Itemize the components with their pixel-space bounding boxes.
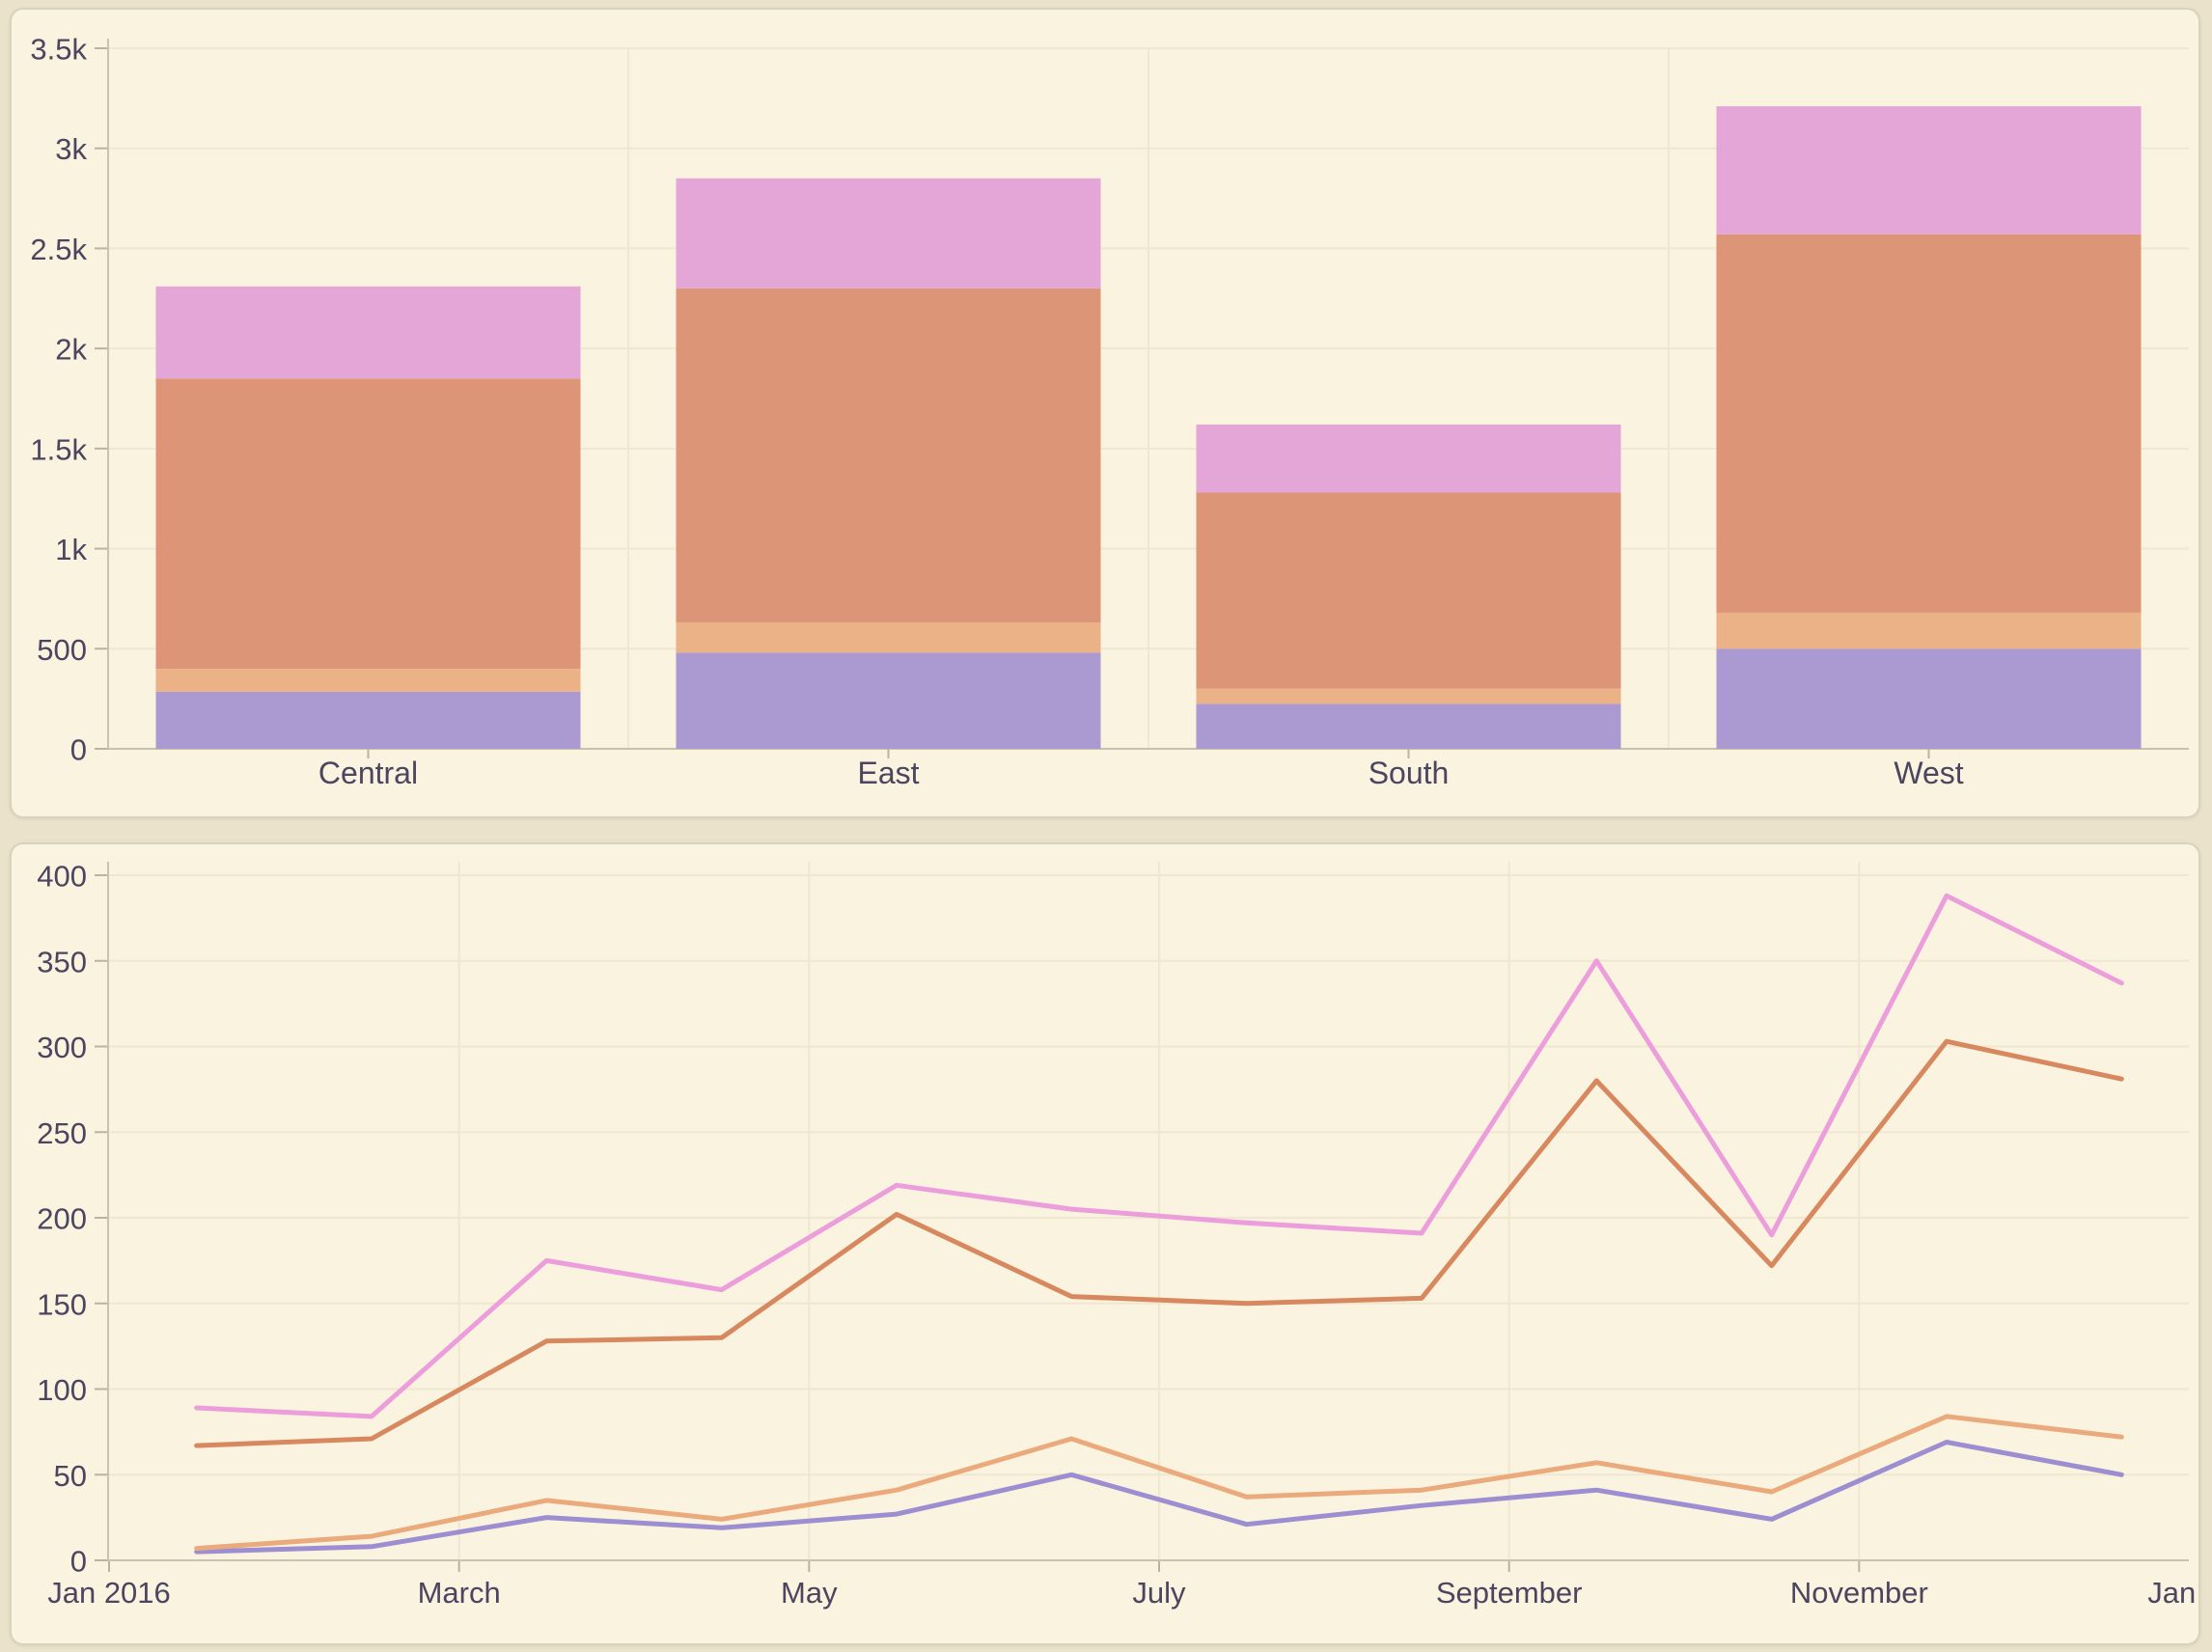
- bar-segment-west-pink[interactable]: [1717, 106, 2142, 234]
- bar-segment-east-pink[interactable]: [677, 179, 1101, 289]
- bar-segment-east-orange[interactable]: [677, 622, 1101, 652]
- y-axis-tick-label: 150: [37, 1287, 87, 1321]
- y-axis-tick-label: 250: [37, 1116, 87, 1150]
- y-axis-tick-label: 2k: [55, 333, 87, 367]
- bar-segment-central-orange[interactable]: [156, 669, 581, 692]
- bar-segment-south-violet[interactable]: [1197, 703, 1621, 749]
- bar-segment-central-pink[interactable]: [156, 287, 581, 378]
- bar-segment-central-salmon[interactable]: [156, 378, 581, 669]
- bar-segment-west-violet[interactable]: [1717, 648, 2142, 749]
- category-label: West: [1894, 756, 1963, 790]
- y-axis-tick-label: 300: [37, 1031, 87, 1064]
- y-axis-tick-label: 1k: [55, 533, 87, 566]
- bar-segment-south-orange[interactable]: [1197, 689, 1621, 704]
- y-axis-tick-label: 200: [37, 1202, 87, 1236]
- category-label: South: [1369, 756, 1450, 790]
- x-axis-tick-label: Jan 2017: [2147, 1576, 2198, 1610]
- y-axis-tick-label: 350: [37, 945, 87, 978]
- line-chart-panel: 0 50 100 150 200 250 300 350 400 Jan 2016 March May…: [10, 842, 2200, 1645]
- bar-segment-east-violet[interactable]: [677, 652, 1101, 749]
- bar-segment-west-salmon[interactable]: [1717, 234, 2142, 613]
- x-axis-tick-label: Jan 2016: [47, 1576, 171, 1610]
- bar-segment-central-violet[interactable]: [156, 692, 581, 749]
- category-label: East: [857, 756, 919, 790]
- y-axis-tick-label: 0: [70, 1545, 87, 1579]
- y-axis-tick-label: 3k: [55, 132, 87, 166]
- y-axis-tick-label: 1.5k: [30, 432, 87, 466]
- x-axis-tick-label: November: [1790, 1576, 1928, 1610]
- stacked-bar-chart-panel: 0 500 1k 1.5k 2k 2.5k 3k 3.5k Central East South We…: [10, 8, 2200, 818]
- x-axis-tick-label: September: [1436, 1576, 1583, 1610]
- y-axis-tick-label: 2.5k: [30, 233, 87, 266]
- category-label: Central: [318, 756, 418, 790]
- bar-segment-south-pink[interactable]: [1197, 425, 1621, 493]
- y-axis-tick-label: 400: [37, 860, 87, 894]
- y-axis-tick-label: 100: [37, 1373, 87, 1407]
- bar-segment-east-salmon[interactable]: [677, 289, 1101, 622]
- bar-segment-west-orange[interactable]: [1717, 613, 2142, 648]
- stacked-bar-chart: 0 500 1k 1.5k 2k 2.5k 3k 3.5k Central East South We…: [12, 10, 2198, 816]
- y-axis-tick-label: 3.5k: [30, 33, 87, 67]
- y-axis-tick-label: 500: [37, 633, 87, 667]
- bar-segment-south-salmon[interactable]: [1197, 492, 1621, 688]
- y-axis-tick-label: 0: [70, 733, 87, 767]
- x-axis-tick-label: March: [418, 1576, 501, 1610]
- x-axis-tick-label: May: [781, 1576, 838, 1610]
- x-axis-tick-label: July: [1132, 1576, 1186, 1610]
- line-chart: 0 50 100 150 200 250 300 350 400 Jan 2016 March May…: [12, 844, 2198, 1643]
- y-axis-tick-label: 50: [54, 1459, 87, 1493]
